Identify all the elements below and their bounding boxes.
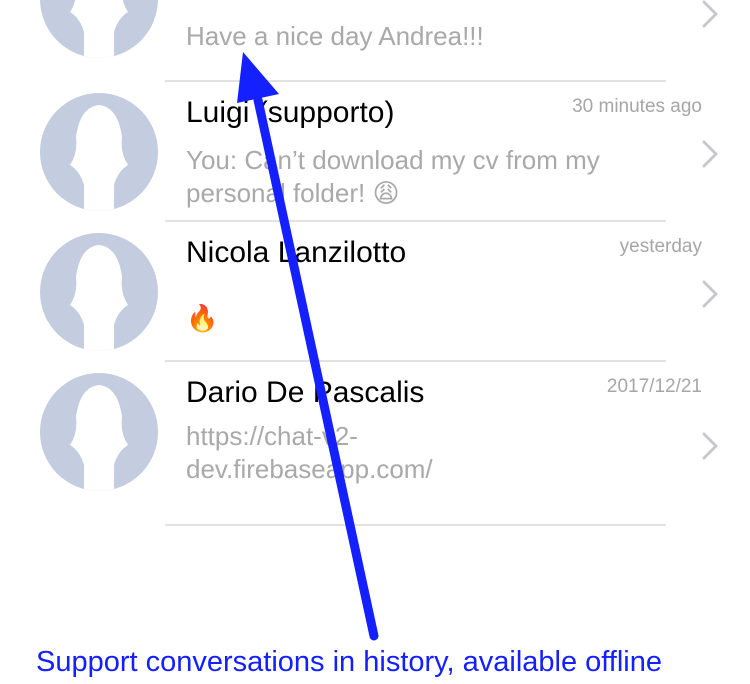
message-preview: You: Can’t download my cv from my person… bbox=[186, 145, 600, 208]
timestamp: 2017/12/21 bbox=[606, 376, 702, 397]
avatar bbox=[40, 0, 158, 58]
weary-face-emoji: 😩 bbox=[372, 178, 400, 208]
chevron-right-icon bbox=[702, 432, 718, 460]
avatar bbox=[40, 373, 158, 491]
conversation-row[interactable]: Luigi (supporto) 30 minutes ago You: Can… bbox=[0, 82, 750, 222]
person-silhouette-icon bbox=[70, 245, 128, 351]
conversation-row[interactable]: Dario De Pascalis 2017/12/21 https://cha… bbox=[0, 362, 750, 502]
conversation-row[interactable]: Have a nice day Andrea!!! bbox=[0, 0, 750, 80]
chevron-right-icon bbox=[702, 140, 718, 168]
contact-name: Dario De Pascalis bbox=[186, 376, 425, 409]
person-silhouette-icon bbox=[70, 105, 128, 211]
timestamp: yesterday bbox=[619, 236, 702, 257]
message-preview: https://chat-v2-dev.firebaseapp.com/ bbox=[186, 421, 433, 484]
message-preview: Have a nice day Andrea!!! bbox=[186, 21, 484, 51]
avatar bbox=[40, 93, 158, 211]
chevron-right-icon bbox=[702, 280, 718, 308]
chevron-right-icon bbox=[702, 0, 718, 28]
contact-name: Nicola Lanzilotto bbox=[186, 236, 407, 269]
conversation-row[interactable]: Nicola Lanzilotto yesterday 🔥 bbox=[0, 222, 750, 362]
row-divider bbox=[165, 524, 666, 526]
fire-emoji: 🔥 bbox=[186, 303, 219, 333]
message-preview: 🔥 bbox=[186, 302, 606, 335]
contact-name: Luigi (supporto) bbox=[186, 96, 395, 129]
annotation-caption: Support conversations in history, availa… bbox=[36, 646, 663, 678]
person-silhouette-icon bbox=[70, 0, 128, 58]
avatar bbox=[40, 233, 158, 351]
person-silhouette-icon bbox=[70, 385, 128, 491]
timestamp: 30 minutes ago bbox=[572, 96, 702, 117]
